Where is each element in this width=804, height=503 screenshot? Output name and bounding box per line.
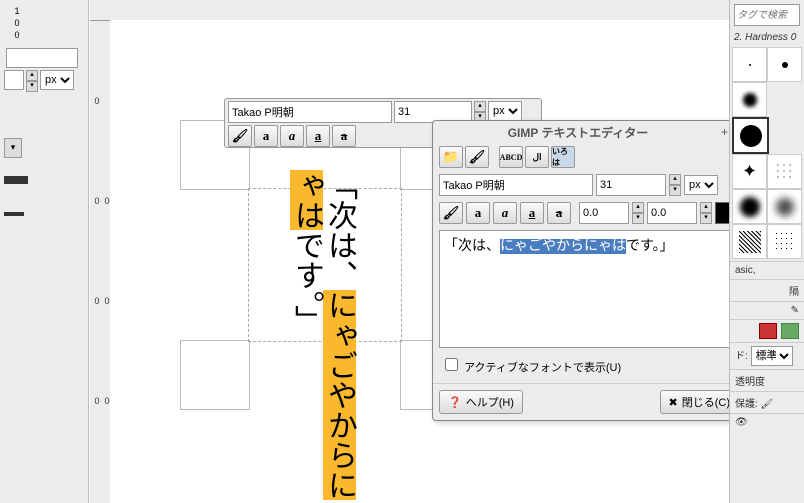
vertical-ruler: 0 1 0 0 2 0 0 3 0 0 — [90, 0, 111, 503]
text-editor-dialog: GIMP テキストエディター + × 📁 🖌 ABCD ال いろは ▴▾ px… — [432, 120, 746, 421]
strike-icon[interactable]: a — [332, 125, 356, 147]
right-dock: 2. Hardness 0 ✦ asic, 隔 ✎ ド: 標準 透明度 保護: … — [729, 0, 804, 503]
kern-spin[interactable]: ▴▾ — [632, 202, 644, 224]
size-input[interactable] — [596, 174, 666, 196]
brush-label: 2. Hardness 0 — [730, 30, 804, 45]
text-editor-area[interactable]: 「次は、にゃごやからにゃはです。」 — [439, 230, 739, 348]
coord-input[interactable] — [6, 48, 78, 68]
clear-icon[interactable]: 🖌 — [465, 146, 489, 168]
clear-icon[interactable]: 🖌 — [228, 125, 252, 147]
kern-spin[interactable]: ▴▾ — [700, 202, 712, 224]
clear-icon[interactable]: 🖌 — [439, 202, 463, 224]
pencil-icon[interactable]: ✎ — [730, 301, 804, 319]
tool-button[interactable]: ▾ — [4, 138, 22, 158]
unit-select[interactable]: px — [488, 101, 522, 121]
panel-item[interactable]: asic, — [730, 261, 804, 279]
unit-select[interactable]: px — [684, 175, 718, 195]
tool-indicator — [4, 212, 24, 216]
minimize-icon[interactable]: + — [721, 125, 728, 139]
panel-item[interactable] — [730, 319, 804, 342]
protect-row[interactable]: 保護: 🖌 — [730, 391, 804, 413]
dialog-title: GIMP テキストエディター — [439, 124, 717, 141]
underline-icon[interactable]: a — [520, 202, 544, 224]
kern1-input[interactable] — [579, 202, 629, 224]
underline-icon[interactable]: a — [306, 125, 330, 147]
ruler-tick: 1 — [12, 6, 22, 16]
coord-spinner[interactable] — [4, 70, 24, 90]
font-input[interactable] — [439, 174, 593, 196]
strike-icon[interactable]: a — [547, 202, 571, 224]
layer-visibility[interactable]: 👁 — [730, 413, 804, 431]
brush-grid[interactable]: ✦ — [730, 45, 804, 261]
horizontal-ruler — [90, 0, 730, 21]
kern2-input[interactable] — [647, 202, 697, 224]
unit-select[interactable]: px — [40, 70, 74, 90]
mode-row[interactable]: ド: 標準 — [730, 342, 804, 369]
active-font-checkbox[interactable]: アクティブなフォントで表示(U) — [441, 362, 621, 374]
spin-buttons[interactable]: ▴▾ — [26, 70, 38, 92]
opacity-label: 透明度 — [730, 369, 804, 391]
vertical-icon[interactable]: いろは — [551, 146, 575, 168]
ruler-tick: 0 — [12, 30, 22, 40]
bold-icon[interactable]: a — [466, 202, 490, 224]
tool-indicator — [4, 176, 28, 184]
open-icon[interactable]: 📁 — [439, 146, 463, 168]
size-spin[interactable]: ▴▾ — [669, 174, 681, 196]
ruler-tick: 0 — [12, 18, 22, 28]
italic-icon[interactable]: a — [493, 202, 517, 224]
italic-icon[interactable]: a — [280, 125, 304, 147]
ltr-icon[interactable]: ABCD — [499, 146, 523, 168]
close-button[interactable]: ✖閉じる(C) — [660, 390, 740, 414]
tag-search-input[interactable] — [734, 4, 800, 26]
font-input[interactable] — [228, 101, 392, 123]
canvas-text[interactable]: 「次は、にゃごやからにゃはです。」 — [290, 170, 356, 503]
rtl-icon[interactable]: ال — [525, 146, 549, 168]
panel-item[interactable]: 隔 — [730, 279, 804, 301]
bold-icon[interactable]: a — [254, 125, 278, 147]
help-button[interactable]: ❓ヘルプ(H) — [439, 390, 523, 414]
